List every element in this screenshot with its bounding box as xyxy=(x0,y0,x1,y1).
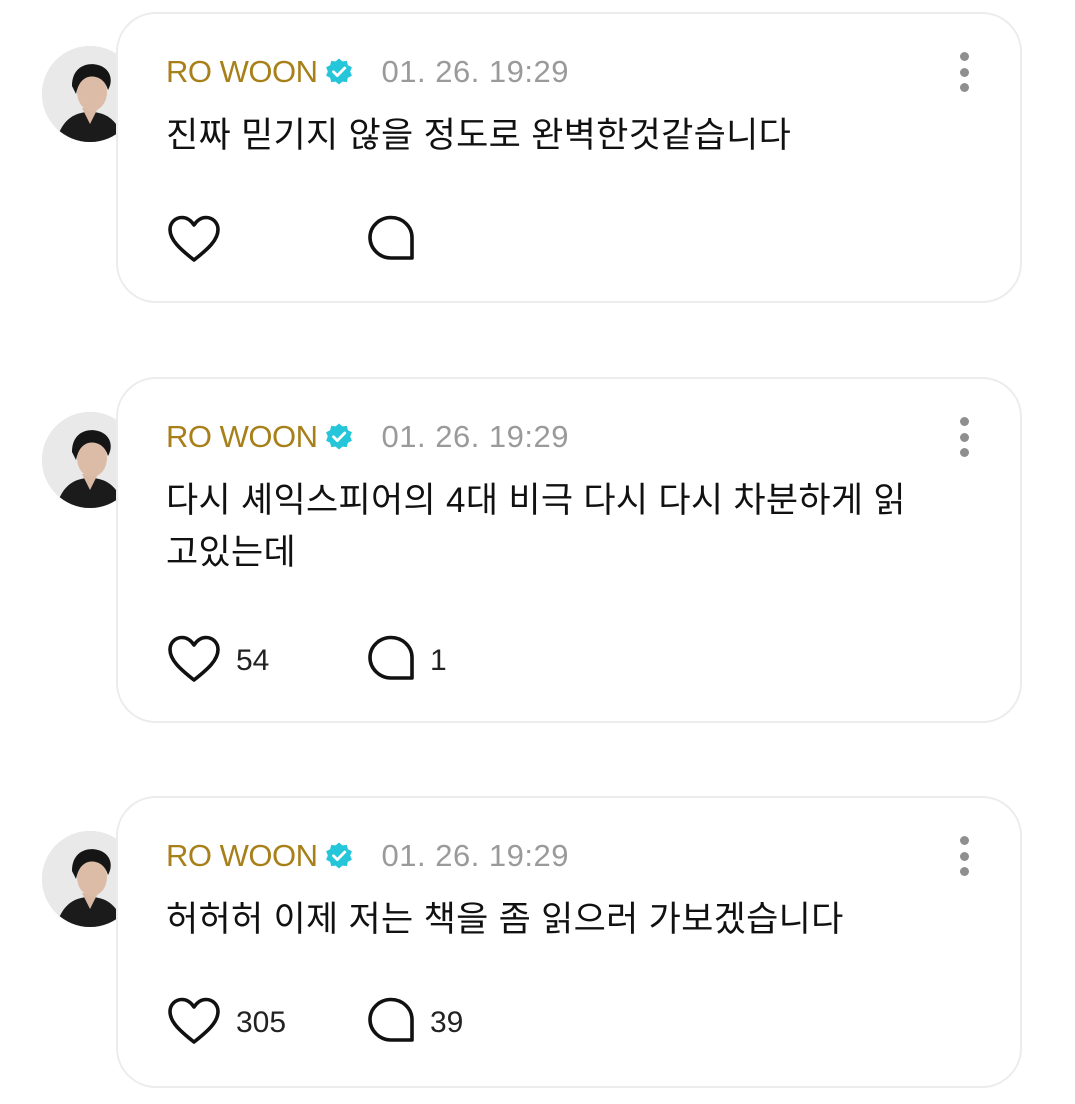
like-button[interactable]: 54 xyxy=(166,634,269,689)
author-name[interactable]: RO WOON xyxy=(166,54,318,90)
like-button[interactable]: 305 xyxy=(166,996,286,1051)
post-text: 다시 셰익스피어의 4대 비극 다시 다시 차분하게 읽고있는데 xyxy=(166,481,906,572)
post-meta: RO WOON 01. 26. 19:29 xyxy=(166,52,569,92)
comment-count: 39 xyxy=(430,1006,464,1039)
like-count: 305 xyxy=(236,1006,287,1039)
post-actions: 54 1 xyxy=(166,634,447,689)
speech-bubble-icon xyxy=(366,214,416,269)
post-meta: RO WOON 01. 26. 19:29 xyxy=(166,417,569,457)
speech-bubble-icon xyxy=(366,634,416,689)
heart-icon xyxy=(166,634,222,689)
comment-button[interactable] xyxy=(366,214,430,269)
timestamp: 01. 26. 19:29 xyxy=(381,419,569,454)
author-name[interactable]: RO WOON xyxy=(166,419,318,455)
timestamp: 01. 26. 19:29 xyxy=(381,838,569,873)
post-body: RO WOON 01. 26. 19:29 허허허 이제 저는 책을 좀 읽으러… xyxy=(116,796,1022,1088)
like-button[interactable] xyxy=(166,214,236,269)
verified-badge-icon xyxy=(324,841,354,871)
post-text: 허허허 이제 저는 책을 좀 읽으러 가보겠습니다 xyxy=(166,900,844,939)
more-vertical-icon[interactable] xyxy=(956,52,972,92)
comment-button[interactable]: 1 xyxy=(366,634,447,689)
post-body: RO WOON 01. 26. 19:29 진짜 믿기지 않을 정도로 완벽한것… xyxy=(116,12,1022,303)
speech-bubble-icon xyxy=(366,996,416,1051)
heart-icon xyxy=(166,996,222,1051)
post-body: RO WOON 01. 26. 19:29 다시 셰익스피어의 4대 비극 다시… xyxy=(116,377,1022,723)
verified-badge-icon xyxy=(324,57,354,87)
comment-count: 1 xyxy=(430,644,447,677)
comment-button[interactable]: 39 xyxy=(366,996,463,1051)
verified-badge-icon xyxy=(324,422,354,452)
more-vertical-icon[interactable] xyxy=(956,836,972,876)
like-count: 54 xyxy=(236,644,270,677)
post-text: 진짜 믿기지 않을 정도로 완벽한것같습니다 xyxy=(166,116,792,155)
more-vertical-icon[interactable] xyxy=(956,417,972,457)
post-actions xyxy=(166,214,414,269)
heart-icon xyxy=(166,214,222,269)
timestamp: 01. 26. 19:29 xyxy=(381,54,569,89)
post-meta: RO WOON 01. 26. 19:29 xyxy=(166,836,569,876)
author-name[interactable]: RO WOON xyxy=(166,838,318,874)
post-actions: 305 39 xyxy=(166,996,463,1051)
